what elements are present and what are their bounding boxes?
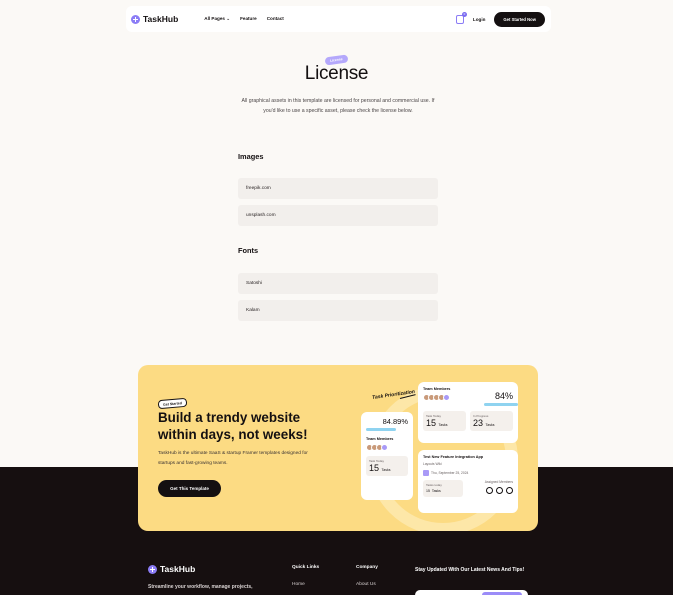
avatar-group xyxy=(423,394,450,401)
stat-unit: Tasks xyxy=(438,423,448,427)
footer-link-about[interactable]: About Us xyxy=(356,582,376,587)
add-member-icon xyxy=(443,394,450,401)
avatar xyxy=(486,487,493,494)
card-subtitle: Layouts Wiki xyxy=(423,462,442,466)
nav-feature[interactable]: Feature xyxy=(240,16,257,22)
cta-card: Get Started Build a trendy website withi… xyxy=(138,365,538,531)
footer-link-home[interactable]: Home xyxy=(292,582,305,587)
image-license-item[interactable]: freepik.com xyxy=(238,178,438,199)
nav-contact[interactable]: Contact xyxy=(267,16,284,22)
cart-count-badge: 0 xyxy=(461,11,467,17)
get-started-button[interactable]: Get Started Now xyxy=(494,11,545,27)
cta-description: TaskHub is the ultimate SaaS & startup F… xyxy=(158,451,308,466)
completion-percent: 84.89% xyxy=(382,417,408,426)
progress-bar xyxy=(366,428,396,431)
feature-task-card: Test New Feature Integration App Layouts… xyxy=(418,450,518,513)
chevron-down-icon: ⌄ xyxy=(226,16,231,21)
progress-bar xyxy=(484,403,518,406)
font-license-item[interactable]: Satoshi xyxy=(238,273,438,294)
footer-brand[interactable]: TaskHub xyxy=(148,564,195,574)
stat-unit: Tasks xyxy=(381,468,391,472)
nav-all-pages[interactable]: All Pages ⌄ xyxy=(204,16,230,22)
login-link[interactable]: Login xyxy=(473,17,486,22)
team-progress-card: 84.89% Team Members Task Today 15 Tasks xyxy=(361,412,413,500)
add-member-icon xyxy=(381,444,388,451)
images-heading: Images xyxy=(238,152,264,161)
calendar-icon xyxy=(423,470,429,476)
cart-icon[interactable]: 0 xyxy=(455,11,467,24)
stat-box: In Progress 23 Tasks xyxy=(470,411,513,431)
footer-tagline: Streamline your workflow, manage project… xyxy=(148,584,253,590)
company-heading: Company xyxy=(356,565,378,570)
stat-unit: Tasks xyxy=(431,489,441,493)
newsletter-heading: Stay Updated With Our Latest News And Ti… xyxy=(415,567,525,573)
stat-unit: Tasks xyxy=(485,423,495,427)
brand-logo[interactable]: TaskHub xyxy=(131,14,178,24)
team-members-card: Team Members 84% Task Today 15 Tasks In … xyxy=(418,382,518,443)
page-title: License xyxy=(304,63,369,84)
page-subtitle: All graphical assets in this template ar… xyxy=(241,98,435,115)
logo-icon xyxy=(131,14,140,24)
nav-links: All Pages ⌄ Feature Contact xyxy=(204,16,284,22)
date-text: Thu, September 25, 2024 xyxy=(431,471,469,475)
card-title: Team Members xyxy=(366,437,394,441)
completion-percent: 84% xyxy=(494,391,513,401)
quick-links-heading: Quick Links xyxy=(292,565,320,570)
footer-brand-name: TaskHub xyxy=(160,564,196,574)
fonts-heading: Fonts xyxy=(238,246,259,255)
stat-value: 23 xyxy=(473,418,484,428)
brand-name: TaskHub xyxy=(143,14,179,24)
stat-box: Tasks today 15 Tasks xyxy=(423,480,463,497)
get-started-tag: Get Started xyxy=(157,397,188,410)
stat-box: Task Today 15 Tasks xyxy=(423,411,466,431)
stat-value: 15 xyxy=(369,463,380,473)
nav-actions: 0 Login Get Started Now xyxy=(455,11,545,27)
avatar xyxy=(496,487,503,494)
stat-value: 15 xyxy=(426,418,437,428)
task-date: Thu, September 25, 2024 xyxy=(423,470,513,476)
get-template-button[interactable]: Get This Template xyxy=(158,480,221,497)
avatar-group xyxy=(485,487,513,494)
cta-heading: Build a trendy website within days, not … xyxy=(158,410,308,442)
font-license-item[interactable]: Kalam xyxy=(238,300,438,321)
card-title: Test New Feature Integration App xyxy=(423,455,484,459)
assigned-label: Assigned Members xyxy=(484,480,513,484)
stat-value: 15 xyxy=(426,489,430,493)
stat-box: Task Today 15 Tasks xyxy=(366,456,408,476)
avatar-group xyxy=(366,444,408,451)
logo-icon xyxy=(148,564,157,574)
navbar: TaskHub All Pages ⌄ Feature Contact 0 Lo… xyxy=(126,6,551,32)
image-license-item[interactable]: unsplash.com xyxy=(238,205,438,226)
avatar xyxy=(506,487,513,494)
